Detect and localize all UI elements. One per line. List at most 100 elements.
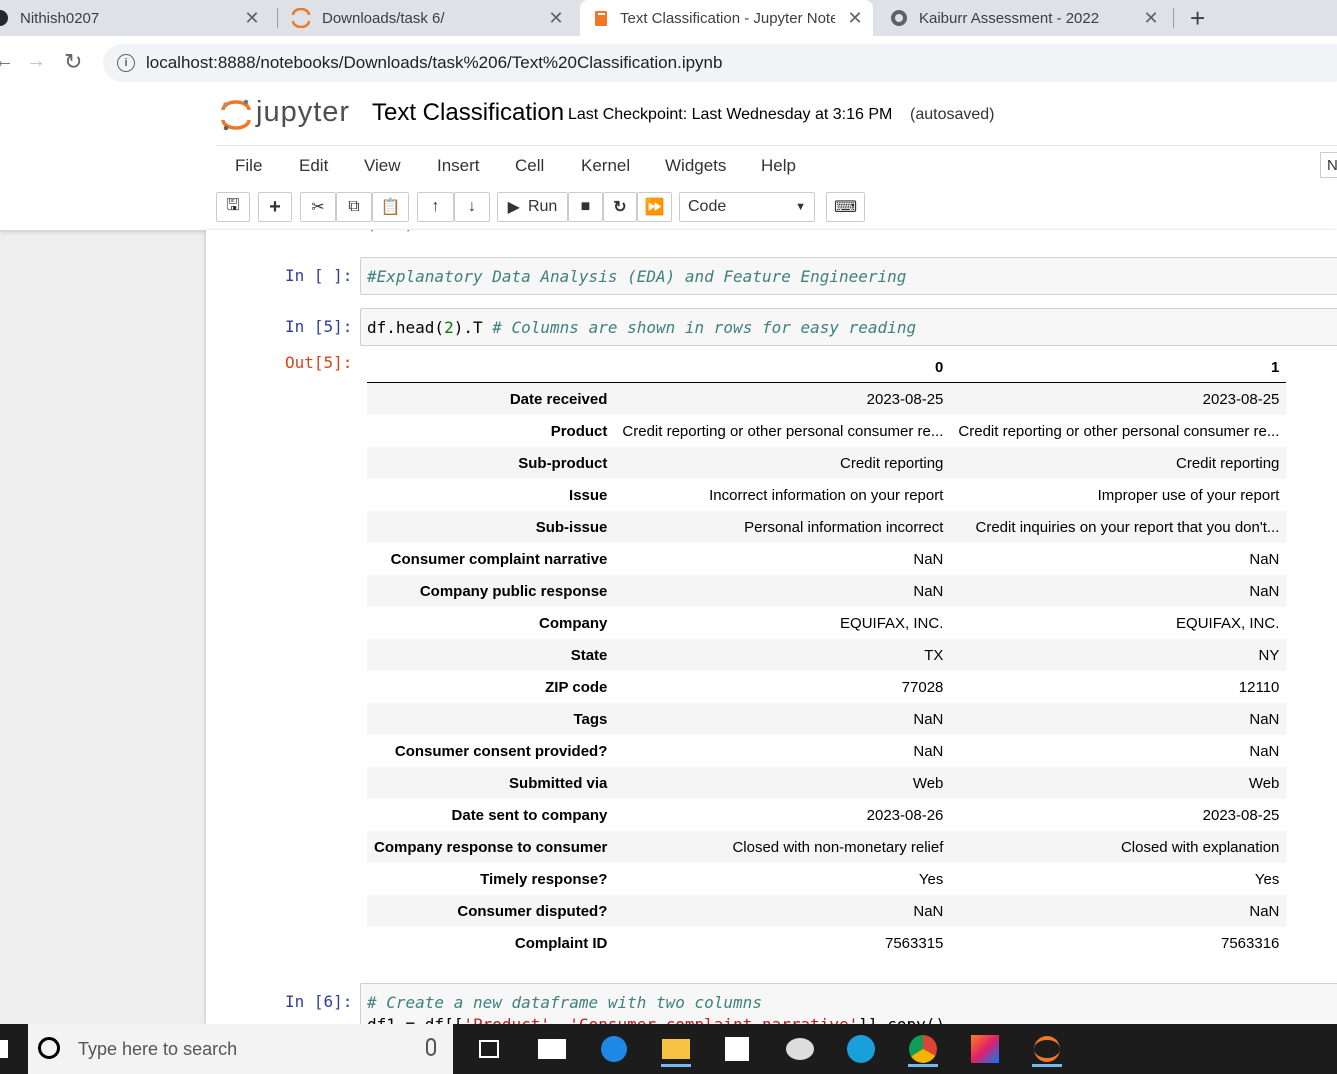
close-tab-icon[interactable]: ✕ [845, 8, 865, 29]
paint-icon[interactable] [785, 1034, 815, 1064]
dataframe-row: Company response to consumer Closed with … [367, 831, 1287, 863]
copy-icon: ⧉ [348, 198, 360, 215]
restart-button[interactable]: ↻ [603, 192, 637, 222]
dataframe-row: Issue Incorrect information on your repor… [367, 479, 1286, 511]
site-info-icon[interactable]: i [117, 54, 135, 72]
cell-value: Yes [918, 870, 944, 888]
row-label: Consumer complaint narrative [390, 550, 608, 568]
command-palette-button[interactable]: ⌨ [826, 192, 865, 222]
cell-value: NaN [1249, 550, 1280, 568]
column-header: 1 [950, 352, 1287, 383]
microphone-icon[interactable] [426, 1038, 436, 1056]
cell-value: Personal information incorrect [744, 518, 944, 536]
arrow-down-icon: ↓ [468, 198, 476, 215]
cell-value: 7563316 [1220, 934, 1280, 952]
dataframe-row: Sub-issue Personal information incorrect C… [367, 511, 1287, 543]
row-label: Sub-product [518, 454, 608, 472]
dataframe-row: Consumer consent provided? NaN NaN [367, 735, 1286, 767]
browser-tab-active-notebook[interactable]: Text Classification - Jupyter Note ✕ [580, 0, 873, 36]
edge-beta-icon[interactable] [846, 1034, 876, 1064]
paste-button[interactable]: 📋 [372, 192, 409, 222]
row-label: Timely response? [480, 870, 608, 888]
insert-cell-button[interactable]: + [258, 192, 292, 222]
row-label: Complaint ID [514, 934, 608, 952]
jupyter-taskbar-icon[interactable] [1032, 1034, 1062, 1067]
menu-edit[interactable]: Edit [299, 156, 328, 176]
tab-title: Nithish0207 [20, 9, 100, 27]
cell-value: NaN [913, 710, 944, 728]
taskbar-search-box[interactable]: Type here to search [28, 1024, 453, 1074]
forward-icon[interactable]: → [26, 50, 46, 73]
close-tab-icon[interactable]: ✕ [546, 8, 566, 29]
globe-icon [891, 10, 907, 26]
tab-divider [277, 8, 278, 28]
dataframe-row: Consumer disputed? NaN NaN [367, 895, 1287, 927]
menu-insert[interactable]: Insert [437, 156, 480, 176]
store-icon[interactable] [722, 1034, 752, 1064]
move-up-button[interactable]: ↑ [417, 192, 454, 222]
menu-cell[interactable]: Cell [515, 156, 544, 176]
cut-button[interactable]: ✂ [300, 192, 336, 222]
dataframe-row: ZIP code 77028 12110 [367, 671, 1286, 703]
restart-run-all-button[interactable]: ⏩ [637, 192, 672, 222]
row-label: Date sent to company [451, 806, 608, 824]
paste-icon: 📋 [380, 199, 401, 216]
cell-value: NaN [913, 550, 944, 568]
menu-view[interactable]: View [364, 156, 401, 176]
save-button[interactable]: 🖫 [216, 192, 250, 222]
code-comment: # Create a new dataframe with two column… [367, 993, 762, 1012]
menu-help[interactable]: Help [761, 156, 796, 176]
dataframe-row: Product Credit reporting or other persona… [367, 415, 1286, 447]
cell-value: EQUIFAX, INC. [840, 614, 944, 632]
menu-kernel[interactable]: Kernel [581, 156, 630, 176]
run-button[interactable]: ▶ Run [497, 192, 568, 222]
row-label: Consumer consent provided? [394, 742, 608, 760]
browser-tab-github[interactable]: Nithish0207 ✕ [0, 0, 270, 36]
code-number: 2 [444, 318, 454, 337]
dataframe-row: Timely response? Yes Yes [367, 863, 1286, 895]
copy-button[interactable]: ⧉ [336, 192, 372, 222]
close-tab-icon[interactable]: ✕ [1141, 8, 1161, 29]
interrupt-button[interactable]: ■ [568, 192, 603, 222]
mail-icon[interactable] [537, 1034, 567, 1064]
browser-tab-kaiburr[interactable]: Kaiburr Assessment - 2022 ✕ [879, 0, 1169, 36]
menu-file[interactable]: File [235, 156, 262, 176]
dataframe-row: Date received 2023-08-25 2023-08-25 [367, 382, 1287, 415]
cell-value: 2023-08-26 [866, 806, 944, 824]
row-label: ZIP code [545, 678, 608, 696]
cell-type-select[interactable]: Code ▼ [679, 192, 815, 222]
dataframe-row: State TX NY [367, 639, 1287, 671]
row-label: Company public response [419, 582, 608, 600]
browser-tab-downloads[interactable]: Downloads/task 6/ ✕ [282, 0, 574, 36]
menu-widgets[interactable]: Widgets [665, 156, 726, 176]
dataframe-row: Company EQUIFAX, INC. EQUIFAX, INC. [367, 607, 1286, 639]
dataframe-row: Tags NaN NaN [367, 703, 1287, 735]
kernel-indicator[interactable]: N [1320, 152, 1337, 178]
row-label: Consumer disputed? [457, 902, 608, 920]
cell-value: Web [912, 774, 944, 792]
row-label: Product [550, 422, 608, 440]
github-icon [0, 10, 8, 26]
code-cell-df1[interactable]: # Create a new dataframe with two column… [360, 983, 1337, 1024]
notebook-icon [595, 11, 607, 26]
jupyter-logo[interactable] [220, 96, 252, 139]
edge-icon[interactable] [599, 1034, 629, 1064]
start-icon[interactable] [0, 1040, 8, 1058]
new-tab-button[interactable]: + [1190, 3, 1205, 34]
reload-icon[interactable]: ↻ [64, 49, 82, 75]
move-down-button[interactable]: ↓ [454, 192, 490, 222]
back-icon[interactable]: ← [0, 50, 14, 73]
file-explorer-icon[interactable] [661, 1034, 691, 1067]
code-cell-head[interactable]: df.head(2).T # Columns are shown in rows… [360, 308, 1337, 346]
notebook-title[interactable]: Text Classification [372, 99, 564, 127]
task-view-icon[interactable] [474, 1034, 504, 1064]
intellij-icon[interactable] [970, 1034, 1000, 1064]
cell-value: Credit reporting or other personal consu… [622, 422, 944, 440]
url-text[interactable]: localhost:8888/notebooks/Downloads/task%… [146, 53, 722, 73]
close-tab-icon[interactable]: ✕ [242, 8, 262, 29]
dataframe-row: Complaint ID 7563315 7563316 [367, 927, 1286, 959]
code-cell-eda[interactable]: #Explanatory Data Analysis (EDA) and Fea… [360, 257, 1337, 295]
header-divider [216, 145, 1337, 146]
cell-value: 77028 [901, 678, 944, 696]
chrome-icon[interactable] [908, 1034, 938, 1067]
